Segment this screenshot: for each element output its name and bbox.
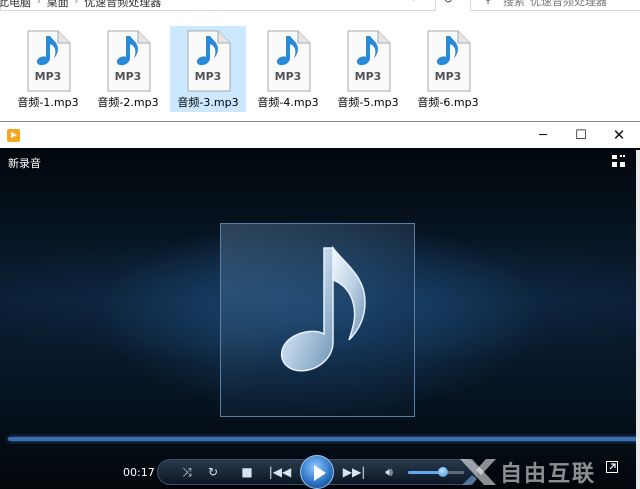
volume-handle[interactable]: [437, 467, 448, 477]
chevron-right-icon: ›: [37, 0, 41, 7]
previous-icon: |◀◀: [268, 465, 292, 479]
next-icon: ▶▶|: [342, 465, 366, 479]
refresh-icon[interactable]: ↻: [441, 0, 455, 8]
breadcrumb-item[interactable]: 桌面: [47, 0, 69, 10]
repeat-button[interactable]: ↻: [204, 459, 222, 485]
stop-icon: ■: [241, 465, 253, 479]
play-button[interactable]: [300, 455, 334, 489]
file-type-label: MP3: [275, 70, 302, 83]
previous-button[interactable]: |◀◀: [266, 459, 294, 485]
maximize-button[interactable]: ☐: [562, 122, 600, 149]
speaker-icon: 🔊︎: [385, 465, 393, 479]
watermark-text: 自由互联: [500, 462, 597, 487]
file-name: 音频-6.mp3: [417, 96, 479, 109]
switch-layout-icon[interactable]: [612, 155, 626, 167]
fullscreen-icon[interactable]: [606, 461, 618, 473]
watermark: 自由互联: [458, 457, 596, 487]
mp3-file-icon: MP3: [107, 30, 151, 92]
background-window-edge: [636, 150, 640, 489]
minimize-button[interactable]: ─: [524, 122, 562, 149]
file-item[interactable]: MP3 音频-2.mp3: [90, 26, 166, 112]
file-explorer-window: 此电脑 › 桌面 › 优速音频处理器 ▾ ↻ ⚲ 搜索"优速音频处理器" MP3…: [0, 0, 640, 122]
shuffle-icon: ⤨: [182, 465, 192, 479]
breadcrumb-item[interactable]: 此电脑: [0, 0, 31, 10]
track-title: 新录音: [8, 157, 41, 170]
search-placeholder: 搜索"优速音频处理器": [503, 0, 613, 8]
mp3-file-icon: MP3: [267, 30, 311, 92]
file-name: 音频-1.mp3: [17, 96, 79, 109]
mp3-file-icon: MP3: [187, 30, 231, 92]
file-name: 音频-2.mp3: [97, 96, 159, 109]
file-type-label: MP3: [115, 70, 142, 83]
file-item[interactable]: MP3 音频-3.mp3: [170, 26, 246, 112]
seek-bar[interactable]: [8, 437, 638, 441]
close-button[interactable]: ✕: [600, 122, 638, 149]
chevron-down-icon[interactable]: ▾: [411, 0, 416, 4]
now-playing-area: 新录音 00:17 ⤨ ↻ ■ |◀◀ ▶▶| 🔊︎ 自由互联: [0, 148, 640, 489]
file-type-label: MP3: [35, 70, 62, 83]
shuffle-button[interactable]: ⤨: [178, 459, 196, 485]
file-item[interactable]: MP3 音频-4.mp3: [250, 26, 326, 112]
file-name: 音频-3.mp3: [177, 96, 239, 109]
next-button[interactable]: ▶▶|: [340, 459, 368, 485]
search-icon: ⚲: [484, 0, 492, 6]
repeat-icon: ↻: [207, 465, 219, 479]
chevron-right-icon: ›: [74, 0, 79, 7]
stop-button[interactable]: ■: [238, 459, 256, 485]
mute-button[interactable]: 🔊︎: [380, 459, 398, 485]
album-art: [220, 223, 415, 417]
title-bar[interactable]: ─ ☐ ✕: [0, 121, 640, 148]
volume-slider[interactable]: [408, 467, 464, 477]
file-item[interactable]: MP3 音频-6.mp3: [410, 26, 486, 112]
file-type-label: MP3: [435, 70, 462, 83]
media-player-window: ─ ☐ ✕ 新录音 00:17 ⤨ ↻ ■ |◀◀ ▶▶| 🔊︎ 自由互联: [0, 121, 640, 489]
file-name: 音频-4.mp3: [257, 96, 319, 109]
file-type-label: MP3: [355, 70, 382, 83]
address-bar[interactable]: 此电脑 › 桌面 › 优速音频处理器 ▾ ↻ ⚲ 搜索"优速音频处理器": [0, 0, 640, 12]
file-item[interactable]: MP3 音频-1.mp3: [10, 26, 86, 112]
elapsed-time: 00:17: [123, 466, 155, 479]
file-type-label: MP3: [195, 70, 222, 83]
media-player-app-icon: [7, 129, 20, 142]
watermark-logo-icon: [460, 459, 496, 485]
mp3-file-icon: MP3: [347, 30, 391, 92]
mp3-file-icon: MP3: [427, 30, 471, 92]
file-name: 音频-5.mp3: [337, 96, 399, 109]
breadcrumb[interactable]: 此电脑 › 桌面 › 优速音频处理器: [0, 0, 161, 11]
file-item[interactable]: MP3 音频-5.mp3: [330, 26, 406, 112]
mp3-file-icon: MP3: [27, 30, 71, 92]
breadcrumb-item[interactable]: 优速音频处理器: [84, 0, 161, 10]
music-note-icon: [281, 245, 366, 372]
